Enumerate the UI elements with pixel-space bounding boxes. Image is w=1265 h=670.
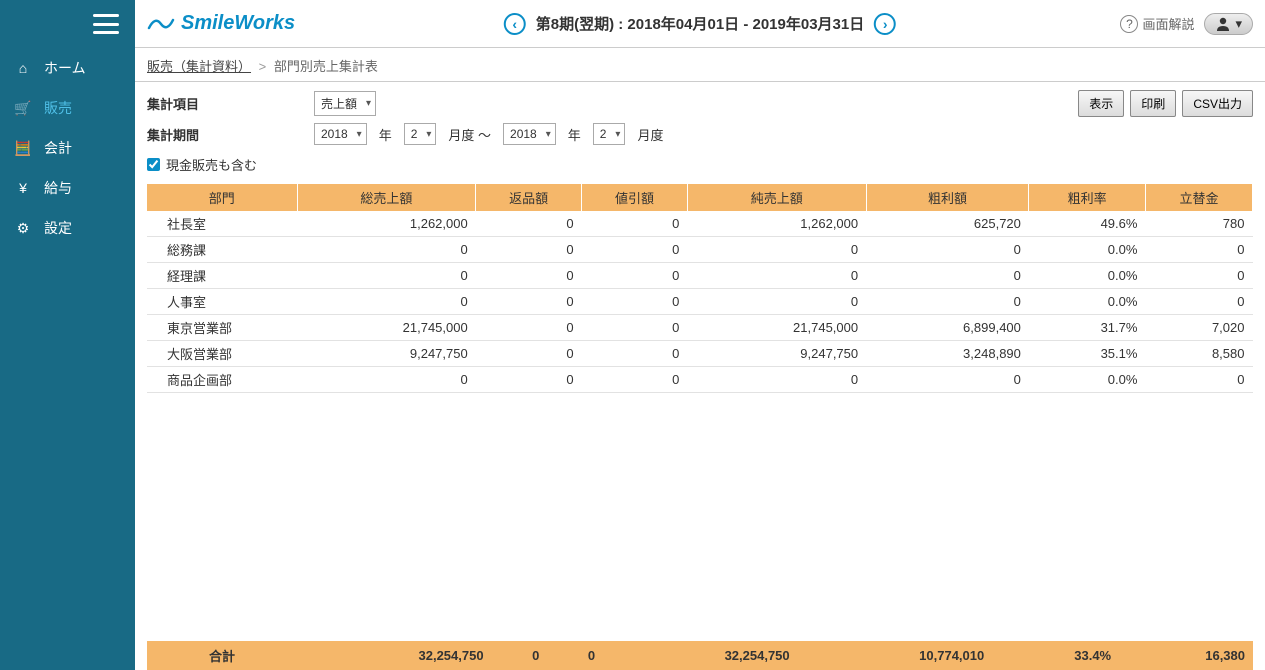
- table-row: 社長室1,262,000001,262,000625,72049.6%780: [147, 211, 1253, 237]
- table-row: 大阪営業部9,247,750009,247,7503,248,89035.1%8…: [147, 341, 1253, 367]
- sidebar-item-設定[interactable]: ⚙ 設定: [0, 208, 135, 248]
- 設定-icon: ⚙: [14, 220, 32, 237]
- filter-period-label: 集計期間: [147, 125, 302, 144]
- col-header: 立替金: [1145, 184, 1252, 211]
- col-header: 総売上額: [297, 184, 476, 211]
- sidebar-item-label: 給与: [44, 178, 72, 198]
- 販売-icon: 🛒: [14, 100, 32, 117]
- col-header: 部門: [147, 184, 297, 211]
- breadcrumb: 販売（集計資料） > 部門別売上集計表: [135, 48, 1265, 82]
- print-button[interactable]: 印刷: [1130, 90, 1176, 117]
- include-cash-label[interactable]: 現金販売も含む: [166, 155, 257, 174]
- month-to-select[interactable]: 2: [593, 123, 626, 145]
- logo: SmileWorks: [147, 12, 295, 35]
- sidebar-item-販売[interactable]: 🛒 販売: [0, 88, 135, 128]
- summary-table: 部門総売上額返品額値引額純売上額粗利額粗利率立替金 社長室1,262,00000…: [147, 184, 1253, 393]
- col-header: 粗利率: [1029, 184, 1146, 211]
- display-button[interactable]: 表示: [1078, 90, 1124, 117]
- menu-icon[interactable]: [93, 14, 119, 34]
- col-header: 返品額: [476, 184, 582, 211]
- table-row: 東京営業部21,745,0000021,745,0006,899,40031.7…: [147, 315, 1253, 341]
- include-cash-checkbox[interactable]: [147, 158, 160, 171]
- col-header: 粗利額: [866, 184, 1029, 211]
- sidebar-item-label: 販売: [44, 98, 72, 118]
- topbar: SmileWorks ‹ 第8期(翌期) : 2018年04月01日 - 201…: [135, 0, 1265, 48]
- csv-button[interactable]: CSV出力: [1182, 90, 1253, 117]
- year-to-select[interactable]: 2018: [503, 123, 556, 145]
- period-next-button[interactable]: ›: [874, 13, 896, 35]
- table-row: 商品企画部000000.0%0: [147, 367, 1253, 393]
- col-header: 値引額: [582, 184, 688, 211]
- user-menu-button[interactable]: ▾: [1204, 13, 1253, 35]
- breadcrumb-current: 部門別売上集計表: [274, 59, 378, 74]
- sidebar-item-label: ホーム: [44, 58, 86, 78]
- 給与-icon: ¥: [14, 180, 32, 196]
- filter-item-label: 集計項目: [147, 94, 302, 113]
- sidebar-item-label: 設定: [44, 218, 72, 238]
- filter-item-select[interactable]: 売上額: [314, 91, 376, 116]
- table-row: 人事室000000.0%0: [147, 289, 1253, 315]
- sidebar: ⌂ ホーム 🛒 販売 🧮 会計 ¥ 給与 ⚙ 設定: [0, 0, 135, 670]
- breadcrumb-link[interactable]: 販売（集計資料）: [147, 59, 251, 74]
- year-from-select[interactable]: 2018: [314, 123, 367, 145]
- month-from-select[interactable]: 2: [404, 123, 437, 145]
- col-header: 純売上額: [687, 184, 866, 211]
- period-prev-button[interactable]: ‹: [504, 13, 526, 35]
- ホーム-icon: ⌂: [14, 60, 32, 76]
- sidebar-item-ホーム[interactable]: ⌂ ホーム: [0, 48, 135, 88]
- sidebar-item-label: 会計: [44, 138, 72, 158]
- user-icon: [1215, 16, 1231, 32]
- sidebar-item-給与[interactable]: ¥ 給与: [0, 168, 135, 208]
- help-icon: ?: [1120, 15, 1138, 33]
- 会計-icon: 🧮: [14, 140, 32, 157]
- period-text: 第8期(翌期) : 2018年04月01日 - 2019年03月31日: [536, 13, 864, 34]
- table-row: 総務課000000.0%0: [147, 237, 1253, 263]
- help-button[interactable]: ? 画面解説: [1120, 14, 1194, 33]
- chevron-down-icon: ▾: [1235, 16, 1242, 32]
- sidebar-item-会計[interactable]: 🧮 会計: [0, 128, 135, 168]
- table-row: 経理課000000.0%0: [147, 263, 1253, 289]
